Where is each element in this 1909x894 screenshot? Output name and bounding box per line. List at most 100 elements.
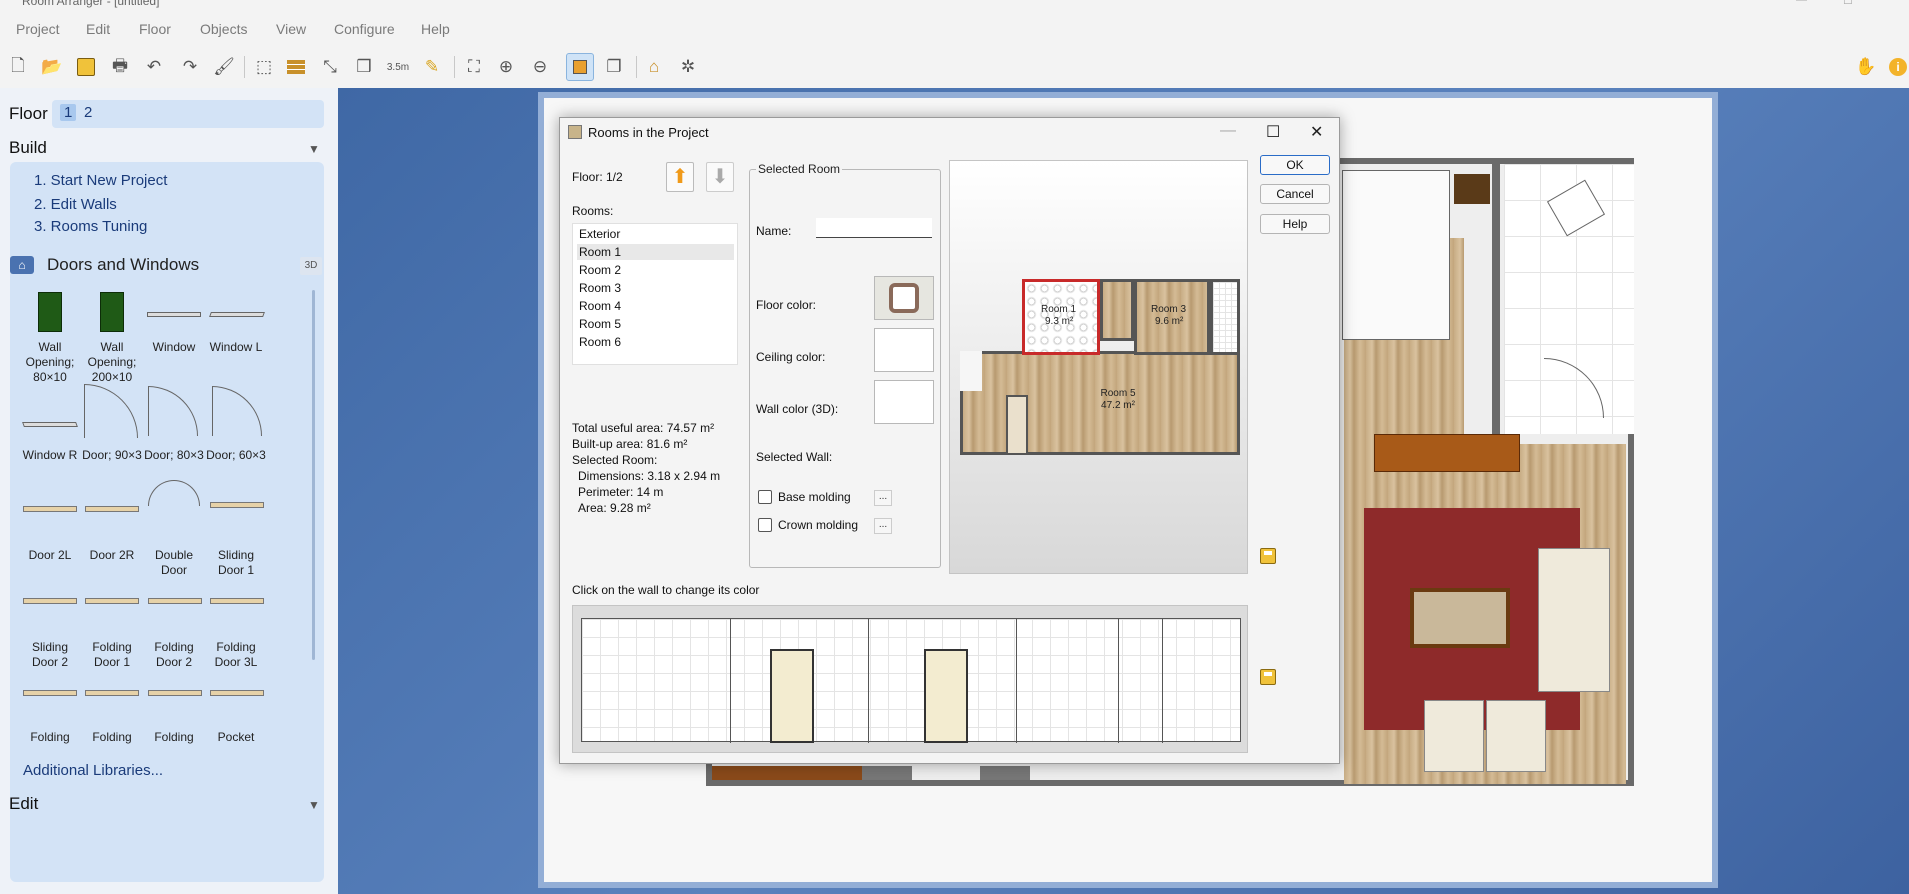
room-item-5[interactable]: Room 5 (577, 316, 734, 332)
link-rooms-tuning[interactable]: 3. Rooms Tuning (34, 218, 147, 235)
zoom-fit-icon[interactable]: ⛶ (460, 53, 488, 81)
lib-folding-a[interactable]: Folding (19, 730, 81, 745)
menu-objects[interactable]: Objects (200, 21, 247, 37)
redo-icon[interactable]: ↷ (176, 53, 204, 81)
hand-tool-icon[interactable]: ✋ (1852, 53, 1880, 81)
wall-elevation[interactable] (581, 618, 1241, 743)
measure-icon[interactable]: 3.5m (384, 53, 412, 81)
wall-color-swatch[interactable] (874, 380, 934, 424)
edit-walls-icon[interactable]: ⬚ (250, 53, 278, 81)
lib-window-r[interactable]: Window R (19, 448, 81, 463)
door-elevation-1[interactable] (770, 649, 814, 743)
house-3d-icon[interactable]: ⌂ (640, 53, 668, 81)
preview-room-5[interactable]: Room 5 47.2 m² (960, 351, 1240, 455)
ceiling-color-swatch[interactable] (874, 328, 934, 372)
lib-door-80[interactable]: Door; 80×3 (143, 448, 205, 463)
pencil-icon[interactable]: ✎ (418, 53, 446, 81)
lib-sliding-door-2[interactable]: Sliding Door 2 (19, 640, 81, 670)
floor-up-button[interactable]: ⬆ (666, 162, 694, 192)
tv-stand[interactable] (1374, 434, 1520, 472)
lib-wall-opening-200[interactable]: Wall Opening; 200×10 (81, 340, 143, 385)
lib-door-90[interactable]: Door; 90×3 (81, 448, 143, 463)
lib-wall-opening-80[interactable]: Wall Opening; 80×10 (19, 340, 81, 385)
room-item-exterior[interactable]: Exterior (577, 226, 734, 242)
floor-tab-2[interactable]: 2 (80, 104, 96, 121)
view-2d-icon[interactable] (566, 53, 594, 81)
link-edit-walls[interactable]: 2. Edit Walls (34, 196, 117, 213)
floor-color-swatch[interactable] (874, 276, 934, 320)
doors-windows-header[interactable]: ⌂ Doors and Windows 3D (10, 252, 324, 280)
menu-view[interactable]: View (276, 21, 306, 37)
crown-molding-options-button[interactable]: ... (874, 518, 892, 534)
bed[interactable] (1342, 170, 1450, 340)
floor-down-button[interactable]: ⬇ (706, 162, 734, 192)
floor-tab-1[interactable]: 1 (60, 104, 77, 121)
objects-icon[interactable]: ❒ (350, 53, 378, 81)
room-item-3[interactable]: Room 3 (577, 280, 734, 296)
preview-room-3[interactable]: Room 3 9.6 m² (1134, 279, 1210, 355)
lib-folding-c[interactable]: Folding (143, 730, 205, 745)
nightstand[interactable] (1454, 174, 1490, 204)
lib-folding-door-1[interactable]: Folding Door 1 (81, 640, 143, 670)
maximize-icon[interactable]: ☐ (1843, 0, 1853, 7)
lib-window-l[interactable]: Window L (205, 340, 267, 355)
bricks-icon[interactable] (282, 53, 310, 81)
armchair-left[interactable] (1424, 700, 1484, 772)
room-preview[interactable]: Room 5 47.2 m² Room 1 9.3 m² Room 3 9.6 … (949, 160, 1248, 574)
dialog-close-icon[interactable]: ✕ (1310, 122, 1323, 142)
menu-floor[interactable]: Floor (139, 21, 171, 37)
undo-icon[interactable]: ↶ (140, 53, 168, 81)
lib-door-2l[interactable]: Door 2L (19, 548, 81, 563)
room-item-1[interactable]: Room 1 (577, 244, 734, 260)
minimize-icon[interactable]: — (1796, 0, 1807, 6)
lib-folding-b[interactable]: Folding (81, 730, 143, 745)
dialog-minimize-icon[interactable]: — (1220, 122, 1236, 140)
brush-icon[interactable]: 🖌 (210, 53, 238, 81)
edit-section-title[interactable]: Edit (9, 794, 38, 814)
sofa[interactable] (1538, 548, 1610, 692)
room-item-6[interactable]: Room 6 (577, 334, 734, 350)
crown-molding-checkbox[interactable] (758, 518, 772, 532)
lib-double-door[interactable]: Double Door (143, 548, 205, 578)
open-folder-icon[interactable]: 📂 (38, 53, 66, 81)
preview-room-2[interactable] (1100, 279, 1134, 341)
build-collapse-icon[interactable]: ▼ (308, 142, 320, 156)
lib-folding-door-3l[interactable]: Folding Door 3L (205, 640, 267, 670)
menu-edit[interactable]: Edit (86, 21, 110, 37)
new-icon[interactable]: 🗋 (4, 53, 32, 81)
preview-room-1[interactable]: Room 1 9.3 m² (1022, 279, 1100, 355)
info-icon[interactable]: i (1884, 53, 1909, 81)
save-wall-icon[interactable] (1260, 669, 1276, 685)
base-molding-checkbox[interactable] (758, 490, 772, 504)
door-elevation-2[interactable] (924, 649, 968, 743)
ok-button[interactable]: OK (1260, 155, 1330, 175)
rooms-list[interactable]: Exterior Room 1 Room 2 Room 3 Room 4 Roo… (572, 223, 738, 365)
3d-badge[interactable]: 3D (300, 257, 322, 275)
lib-door-2r[interactable]: Door 2R (81, 548, 143, 563)
lib-window[interactable]: Window (143, 340, 205, 355)
link-start-new-project[interactable]: 1. Start New Project (34, 172, 167, 189)
view-layers-icon[interactable]: ❐ (600, 53, 628, 81)
lib-pocket[interactable]: Pocket (205, 730, 267, 745)
menu-configure[interactable]: Configure (334, 21, 395, 37)
wall-elevation-strip[interactable] (572, 605, 1248, 753)
lib-sliding-door-1[interactable]: Sliding Door 1 (205, 548, 267, 578)
zoom-out-icon[interactable]: ⊖ (526, 53, 554, 81)
room-name-input[interactable] (816, 218, 932, 238)
additional-libraries-link[interactable]: Additional Libraries... (23, 762, 163, 779)
room-item-4[interactable]: Room 4 (577, 298, 734, 314)
build-section-title[interactable]: Build (9, 138, 47, 158)
save-preview-icon[interactable] (1260, 548, 1276, 564)
zoom-in-icon[interactable]: ⊕ (492, 53, 520, 81)
lib-folding-door-2[interactable]: Folding Door 2 (143, 640, 205, 670)
edit-collapse-icon[interactable]: ▼ (308, 798, 320, 812)
room-item-2[interactable]: Room 2 (577, 262, 734, 278)
lib-door-60[interactable]: Door; 60×3 (205, 448, 267, 463)
settings-sparkle-icon[interactable]: ✲ (674, 53, 702, 81)
preview-room-4[interactable] (1210, 279, 1240, 355)
base-molding-options-button[interactable]: ... (874, 490, 892, 506)
coffee-table[interactable] (1410, 588, 1510, 648)
print-icon[interactable]: 🖶 (106, 53, 134, 81)
resize-icon[interactable]: ⤡ (316, 53, 344, 81)
menu-help[interactable]: Help (421, 21, 450, 37)
